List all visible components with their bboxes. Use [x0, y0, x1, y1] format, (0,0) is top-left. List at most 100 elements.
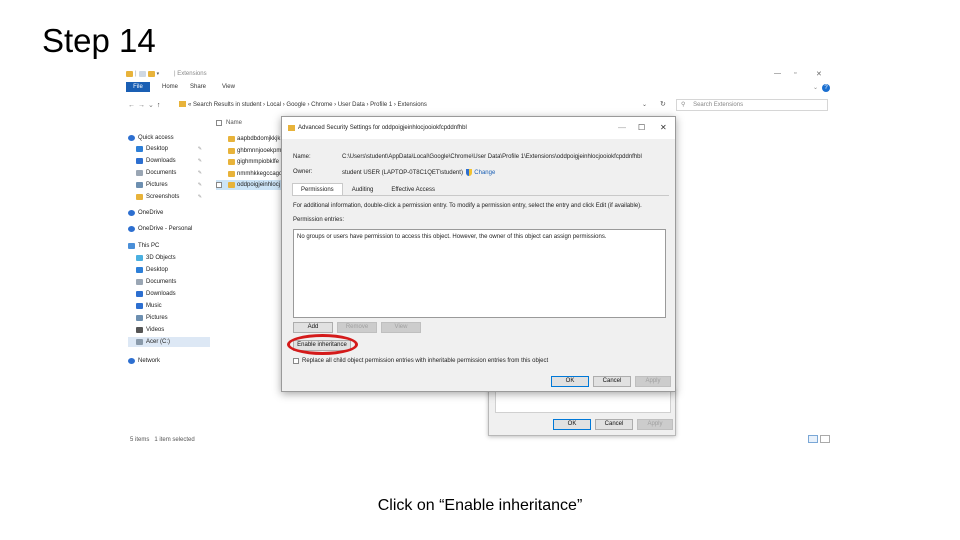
select-all-checkbox[interactable]	[216, 120, 222, 126]
apply-button[interactable]: Apply	[635, 376, 671, 387]
nav-item[interactable]: OneDrive	[128, 208, 210, 218]
permission-entries-list[interactable]: No groups or users have permission to ac…	[293, 229, 666, 318]
large-icons-view-icon[interactable]	[820, 435, 830, 443]
minimize-icon[interactable]: —	[774, 70, 781, 77]
tab-divider	[292, 195, 669, 196]
add-button[interactable]: Add	[293, 322, 333, 333]
permissions-list	[495, 391, 671, 413]
tab-file[interactable]: File	[126, 82, 150, 92]
nav-item[interactable]: Downloads	[128, 289, 210, 299]
maximize-icon[interactable]: ▫	[794, 70, 796, 77]
cube-icon	[136, 255, 143, 261]
pin-icon: ✎	[197, 182, 202, 188]
desktop-icon	[136, 267, 143, 273]
chevron-down-icon[interactable]: ⌄	[813, 84, 818, 91]
change-owner-link[interactable]: Change	[474, 170, 495, 176]
file-row[interactable]: aapbdbdomjkkjk	[228, 134, 284, 144]
nav-item[interactable]: This PC	[128, 241, 210, 251]
nav-item[interactable]: Documents ✎	[128, 168, 210, 178]
nav-item[interactable]: Network	[128, 356, 210, 366]
nav-item[interactable]: Videos	[128, 325, 210, 335]
replace-child-permissions-checkbox[interactable]	[293, 358, 299, 364]
slide-caption: Click on “Enable inheritance”	[377, 497, 583, 514]
tab-permissions[interactable]: Permissions	[292, 183, 343, 195]
tab-home[interactable]: Home	[162, 84, 178, 90]
close-icon[interactable]: ✕	[816, 70, 822, 78]
properties-dialog: OK Cancel Apply	[488, 388, 676, 436]
file-row[interactable]: gighmmpiobklfe	[228, 157, 284, 167]
minimize-icon[interactable]: —	[618, 123, 626, 132]
nav-item-label: OneDrive - Personal	[138, 226, 193, 232]
nav-item[interactable]: Screenshots ✎	[128, 192, 210, 202]
help-icon[interactable]: ?	[822, 84, 830, 92]
tab-view[interactable]: View	[222, 84, 235, 90]
remove-button[interactable]: Remove	[337, 322, 377, 333]
pin-icon: ✎	[197, 194, 202, 200]
refresh-icon[interactable]: ↻	[660, 100, 666, 108]
chevron-down-icon[interactable]: ⌄	[642, 101, 647, 108]
nav-item[interactable]: 3D Objects	[128, 253, 210, 263]
ok-button[interactable]: OK	[553, 419, 591, 430]
forward-icon[interactable]: →	[138, 102, 148, 109]
search-input[interactable]: ⚲ Search Extensions	[676, 99, 828, 111]
nav-item-label: Documents	[146, 170, 177, 176]
close-icon[interactable]: ✕	[660, 123, 667, 132]
nav-item[interactable]: Quick access	[128, 133, 210, 143]
breadcrumb-item[interactable]: Chrome	[311, 102, 332, 108]
pictures-icon	[136, 315, 143, 321]
breadcrumb-item[interactable]: Local	[267, 102, 281, 108]
nav-item[interactable]: Music	[128, 301, 210, 311]
pc-icon	[128, 243, 135, 249]
slide-title: Step 14	[42, 22, 156, 59]
owner-row: student USER (LAPTOP-0T8C1QET\student) C…	[342, 169, 495, 176]
properties-icon[interactable]	[138, 71, 146, 77]
cancel-button[interactable]: Cancel	[593, 376, 631, 387]
nav-item[interactable]: Pictures	[128, 313, 210, 323]
nav-item[interactable]: Downloads ✎	[128, 156, 210, 166]
breadcrumb-item[interactable]: Search Results in student	[193, 102, 261, 108]
details-view-icon[interactable]	[808, 435, 818, 443]
new-folder-icon[interactable]	[147, 71, 155, 77]
nav-item[interactable]: Pictures ✎	[128, 180, 210, 190]
breadcrumb-item[interactable]: Extensions	[398, 102, 427, 108]
ok-button[interactable]: OK	[551, 376, 589, 387]
file-row[interactable]: ghbmnnjooekpm	[228, 146, 284, 156]
maximize-icon[interactable]: ☐	[638, 123, 645, 132]
nav-item-label: Music	[146, 303, 162, 309]
cloud-icon	[128, 226, 135, 232]
file-row[interactable]: oddpoigjeinhlocj	[216, 180, 284, 190]
view-button[interactable]: View	[381, 322, 421, 333]
nav-item-label: Desktop	[146, 146, 169, 152]
up-icon[interactable]: ↑	[157, 102, 164, 109]
tab-auditing[interactable]: Auditing	[343, 183, 383, 195]
pin-icon: ✎	[197, 158, 202, 164]
folder-icon	[228, 171, 235, 177]
nav-item[interactable]: Desktop	[128, 265, 210, 275]
dialog-title-bar: Advanced Security Settings for oddpoigje…	[282, 117, 675, 139]
breadcrumb-item[interactable]: Google	[286, 102, 305, 108]
chevron-down-icon[interactable]: ▾	[157, 71, 160, 77]
nav-item-label: Desktop	[146, 267, 169, 273]
chevron-down-icon[interactable]: ⌄	[148, 102, 157, 109]
breadcrumb-item[interactable]: User Data	[338, 102, 365, 108]
breadcrumb-item[interactable]: Profile 1	[370, 102, 392, 108]
back-icon[interactable]: ←	[128, 102, 138, 109]
file-name: oddpoigjeinhlocj	[237, 182, 281, 188]
tab-effective-access[interactable]: Effective Access	[382, 183, 444, 195]
nav-item[interactable]: Acer (C:)	[128, 337, 210, 347]
cancel-button[interactable]: Cancel	[595, 419, 633, 430]
nav-item-label: Screenshots	[146, 194, 180, 200]
apply-button[interactable]: Apply	[637, 419, 673, 430]
tab-share[interactable]: Share	[190, 84, 206, 90]
file-row[interactable]: nmmhkkegccagd	[228, 169, 284, 179]
address-bar[interactable]: « Search Results in student › Local › Go…	[178, 99, 654, 111]
row-checkbox[interactable]	[216, 182, 222, 188]
nav-item-label: Acer (C:)	[146, 339, 170, 345]
folder-icon	[179, 101, 186, 108]
column-header-name[interactable]: Name	[216, 120, 242, 126]
nav-item[interactable]: Documents	[128, 277, 210, 287]
nav-buttons: ←→⌄↑	[128, 101, 163, 109]
pictures-icon	[136, 182, 143, 188]
nav-item[interactable]: Desktop ✎	[128, 144, 210, 154]
nav-item[interactable]: OneDrive - Personal	[128, 224, 210, 234]
